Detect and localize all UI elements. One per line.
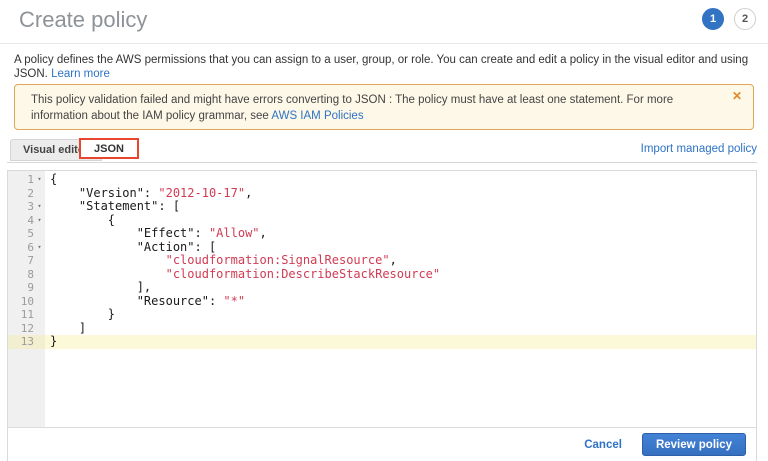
code-line-3[interactable]: "Statement": [ <box>45 200 756 214</box>
gutter-line-8: 8 <box>8 268 45 282</box>
gutter-line-5: 5 <box>8 227 45 241</box>
line-number: 4 <box>27 214 34 227</box>
intro-text: A policy defines the AWS permissions tha… <box>14 53 756 81</box>
tabbar-underline <box>7 162 757 163</box>
code-line-7[interactable]: "cloudformation:SignalResource", <box>45 254 756 268</box>
create-policy-page: Create policy 1 2 A policy defines the A… <box>0 0 768 461</box>
line-number: 2 <box>27 187 34 200</box>
code-token-string: "*" <box>223 294 245 308</box>
code-line-12[interactable]: ] <box>45 322 756 336</box>
gutter-line-6: 6▾ <box>8 241 45 255</box>
code-token-plain: "Version": <box>50 186 158 200</box>
code-token-plain: ], <box>50 280 151 294</box>
line-number: 13 <box>21 335 34 348</box>
title-divider <box>0 43 768 44</box>
step-indicator-2: 2 <box>734 8 756 30</box>
code-token-plain: } <box>50 307 115 321</box>
code-token-plain: "Action": [ <box>50 240 216 254</box>
gutter-line-4: 4▾ <box>8 214 45 228</box>
code-line-1[interactable]: { <box>45 173 756 187</box>
fold-toggle-icon[interactable]: ▾ <box>34 214 45 228</box>
code-line-2[interactable]: "Version": "2012-10-17", <box>45 187 756 201</box>
banner-close-icon[interactable]: ✕ <box>732 90 742 102</box>
gutter-line-2: 2 <box>8 187 45 201</box>
code-token-string: "cloudformation:DescribeStackResource" <box>166 267 441 281</box>
review-policy-button[interactable]: Review policy <box>642 433 746 456</box>
code-token-string: "Allow" <box>209 226 260 240</box>
line-number: 11 <box>21 308 34 321</box>
line-number: 8 <box>27 268 34 281</box>
cancel-button[interactable]: Cancel <box>584 439 622 451</box>
gutter-line-1: 1▾ <box>8 173 45 187</box>
line-number: 10 <box>21 295 34 308</box>
line-number: 7 <box>27 254 34 267</box>
learn-more-link[interactable]: Learn more <box>51 68 110 80</box>
code-line-11[interactable]: } <box>45 308 756 322</box>
intro-text-body: A policy defines the AWS permissions tha… <box>14 54 748 80</box>
code-token-plain: "Resource": <box>50 294 223 308</box>
line-number: 12 <box>21 322 34 335</box>
editor-gutter: 1▾23▾4▾56▾78910111213 <box>8 171 45 427</box>
code-token-plain: { <box>50 213 115 227</box>
line-number: 1 <box>27 173 34 186</box>
code-token-string: "cloudformation:SignalResource" <box>166 253 390 267</box>
policy-editor-card: 1▾23▾4▾56▾78910111213 { "Version": "2012… <box>7 170 757 461</box>
fold-toggle-icon[interactable]: ▾ <box>34 241 45 255</box>
step-indicator-1: 1 <box>702 8 724 30</box>
code-token-plain: , <box>245 186 252 200</box>
json-editor[interactable]: 1▾23▾4▾56▾78910111213 { "Version": "2012… <box>8 171 756 427</box>
fold-toggle-icon[interactable]: ▾ <box>34 173 45 187</box>
code-token-string: "2012-10-17" <box>158 186 245 200</box>
code-line-9[interactable]: ], <box>45 281 756 295</box>
page-title: Create policy <box>19 7 147 33</box>
aws-iam-policies-link[interactable]: AWS IAM Policies <box>271 110 363 122</box>
line-number: 9 <box>27 281 34 294</box>
code-line-5[interactable]: "Effect": "Allow", <box>45 227 756 241</box>
line-number: 3 <box>27 200 34 213</box>
code-token-plain: { <box>50 172 57 186</box>
code-token-plain: } <box>50 334 57 348</box>
code-token-plain: "Effect": <box>50 226 209 240</box>
line-number: 5 <box>27 227 34 240</box>
code-token-plain <box>50 267 166 281</box>
code-line-8[interactable]: "cloudformation:DescribeStackResource" <box>45 268 756 282</box>
gutter-line-13: 13 <box>8 335 45 349</box>
editor-footer: Cancel Review policy <box>8 427 756 461</box>
line-number: 6 <box>27 241 34 254</box>
import-managed-policy-link[interactable]: Import managed policy <box>641 143 757 155</box>
code-token-plain <box>50 253 166 267</box>
gutter-line-9: 9 <box>8 281 45 295</box>
wizard-steps: 1 2 <box>702 8 756 30</box>
validation-error-banner: This policy validation failed and might … <box>14 84 754 130</box>
code-token-plain: ] <box>50 321 86 335</box>
code-token-plain: "Statement": [ <box>50 199 180 213</box>
gutter-line-12: 12 <box>8 322 45 336</box>
gutter-line-3: 3▾ <box>8 200 45 214</box>
tab-json[interactable]: JSON <box>79 138 139 159</box>
editor-code-area[interactable]: { "Version": "2012-10-17", "Statement": … <box>45 171 756 427</box>
code-token-plain: , <box>260 226 267 240</box>
gutter-line-7: 7 <box>8 254 45 268</box>
code-token-plain: , <box>390 253 397 267</box>
code-line-13[interactable]: } <box>45 335 756 349</box>
gutter-line-11: 11 <box>8 308 45 322</box>
fold-toggle-icon[interactable]: ▾ <box>34 200 45 214</box>
tab-json-label: JSON <box>94 143 124 155</box>
gutter-line-10: 10 <box>8 295 45 309</box>
code-line-10[interactable]: "Resource": "*" <box>45 295 756 309</box>
code-line-6[interactable]: "Action": [ <box>45 241 756 255</box>
code-line-4[interactable]: { <box>45 214 756 228</box>
